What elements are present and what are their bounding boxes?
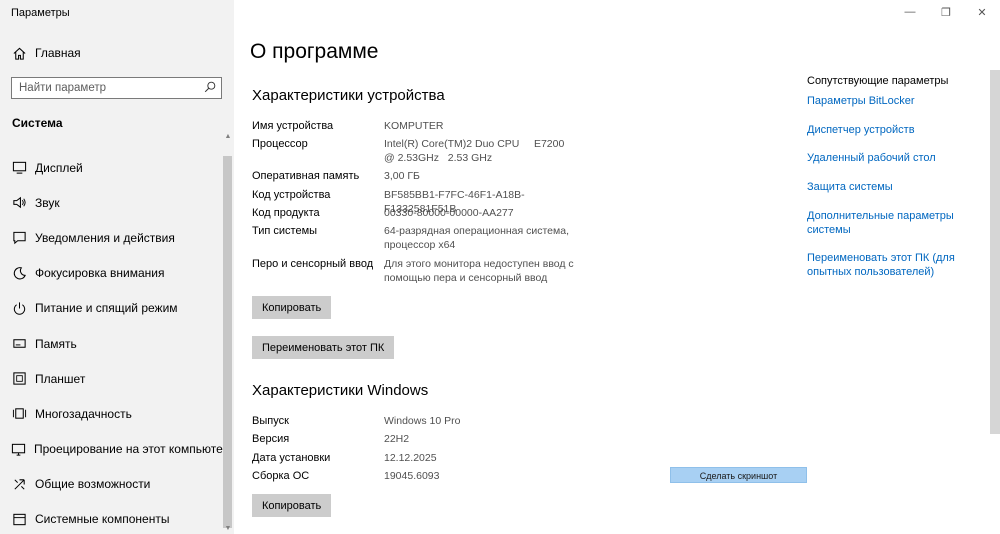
- rename-pc-button[interactable]: Переименовать этот ПК: [252, 336, 395, 359]
- focus-assist-icon: [11, 265, 27, 281]
- related-settings-heading: Сопутствующие параметры: [807, 75, 949, 87]
- search-box[interactable]: [11, 77, 222, 99]
- sidebar-item-label: Память: [35, 336, 77, 351]
- bitlocker-settings-link[interactable]: Параметры BitLocker: [807, 95, 957, 109]
- main-scrollbar-thumb[interactable]: [990, 70, 1000, 434]
- sidebar-item-storage[interactable]: Память: [0, 326, 222, 361]
- sidebar-item-label: Звук: [35, 195, 60, 210]
- home-nav-item[interactable]: Главная: [0, 40, 234, 66]
- main-content: О программе Характеристики устройства Им…: [234, 0, 1000, 534]
- remote-desktop-link[interactable]: Удаленный рабочий стол: [807, 152, 957, 166]
- processor-label: Процессор: [252, 138, 308, 150]
- rename-pc-advanced-link[interactable]: Переименовать этот ПК (для опытных польз…: [807, 252, 957, 279]
- device-id-label: Код устройства: [252, 189, 331, 201]
- product-id-label: Код продукта: [252, 207, 320, 219]
- sidebar-item-notifications[interactable]: Уведомления и действия: [0, 220, 222, 255]
- sidebar-item-label: Общие возможности: [35, 477, 151, 492]
- install-date-value: 12.12.2025: [384, 452, 437, 464]
- home-icon: [11, 45, 27, 61]
- home-label: Главная: [35, 46, 81, 60]
- edition-value: Windows 10 Pro: [384, 415, 461, 427]
- sidebar-scrollbar[interactable]: ▲ ▼: [222, 132, 234, 534]
- multitasking-icon: [11, 406, 27, 422]
- copy-windows-specs-button[interactable]: Копировать: [252, 494, 332, 517]
- sidebar-item-label: Проецирование на этот компьютер: [34, 442, 230, 457]
- sidebar: Параметры Главная Система Дисплей Звук У…: [0, 0, 234, 534]
- sidebar-section-title: Система: [12, 116, 63, 130]
- ram-value: 3,00 ГБ: [384, 170, 420, 182]
- windows-specs-heading: Характеристики Windows: [252, 382, 429, 399]
- pen-touch-label: Перо и сенсорный ввод: [252, 258, 374, 270]
- device-specs-heading: Характеристики устройства: [252, 87, 445, 104]
- version-label: Версия: [252, 433, 290, 445]
- system-components-icon: [11, 511, 27, 527]
- sidebar-item-sound[interactable]: Звук: [0, 185, 222, 220]
- projecting-icon: [11, 441, 26, 457]
- os-build-label: Сборка ОС: [252, 470, 310, 482]
- window-title: Параметры: [11, 7, 70, 19]
- storage-icon: [11, 336, 27, 352]
- sidebar-nav-list: Дисплей Звук Уведомления и действия Фоку…: [0, 150, 229, 534]
- sidebar-item-multitasking[interactable]: Многозадачность: [0, 396, 222, 431]
- processor-value: Intel(R) Core(TM)2 Duo CPU E7200 @ 2.53G…: [384, 138, 571, 164]
- sidebar-item-label: Системные компоненты: [35, 512, 170, 527]
- system-type-label: Тип системы: [252, 225, 318, 237]
- ram-label: Оперативная память: [252, 170, 360, 182]
- sidebar-item-focus-assist[interactable]: Фокусировка внимания: [0, 256, 222, 291]
- sidebar-scrollbar-thumb[interactable]: [223, 156, 232, 528]
- tablet-icon: [11, 371, 27, 387]
- sidebar-item-shared-experiences[interactable]: Общие возможности: [0, 467, 222, 502]
- sidebar-item-label: Питание и спящий режим: [35, 301, 178, 316]
- sidebar-item-label: Уведомления и действия: [35, 230, 175, 245]
- pen-touch-value: Для этого монитора недоступен ввод с пом…: [384, 258, 574, 284]
- sidebar-item-system-components[interactable]: Системные компоненты: [0, 502, 222, 534]
- device-name-label: Имя устройства: [252, 120, 334, 132]
- take-screenshot-button[interactable]: Сделать скриншот: [670, 467, 807, 483]
- sidebar-item-label: Дисплей: [35, 160, 83, 175]
- scroll-up-arrow-icon[interactable]: ▲: [222, 132, 234, 142]
- sidebar-item-label: Планшет: [35, 371, 86, 386]
- scroll-down-arrow-icon[interactable]: ▼: [222, 524, 234, 534]
- notifications-icon: [11, 230, 27, 246]
- device-manager-link[interactable]: Диспетчер устройств: [807, 124, 957, 138]
- copy-device-specs-button[interactable]: Копировать: [252, 296, 332, 319]
- page-title: О программе: [250, 40, 379, 63]
- product-id-value: 00330-80000-00000-AA277: [384, 207, 514, 219]
- install-date-label: Дата установки: [252, 452, 331, 464]
- sidebar-item-label: Фокусировка внимания: [35, 266, 165, 281]
- sidebar-item-tablet[interactable]: Планшет: [0, 361, 222, 396]
- sidebar-item-display[interactable]: Дисплей: [0, 150, 222, 185]
- advanced-system-settings-link[interactable]: Дополнительные параметры системы: [807, 210, 957, 237]
- system-type-value: 64-разрядная операционная система, проце…: [384, 225, 570, 251]
- device-name-value: KOMPUTER: [384, 120, 444, 132]
- sidebar-item-power[interactable]: Питание и спящий режим: [0, 291, 222, 326]
- sidebar-item-label: Многозадачность: [35, 406, 132, 421]
- search-input[interactable]: [12, 78, 199, 98]
- edition-label: Выпуск: [252, 415, 289, 427]
- shared-experiences-icon: [11, 476, 27, 492]
- display-icon: [11, 160, 27, 176]
- search-icon[interactable]: [203, 80, 217, 94]
- version-value: 22H2: [384, 433, 410, 445]
- sidebar-item-projecting[interactable]: Проецирование на этот компьютер: [0, 432, 229, 467]
- os-build-value: 19045.6093: [384, 470, 440, 482]
- system-protection-link[interactable]: Защита системы: [807, 181, 957, 195]
- power-icon: [11, 300, 27, 316]
- sound-icon: [11, 195, 27, 211]
